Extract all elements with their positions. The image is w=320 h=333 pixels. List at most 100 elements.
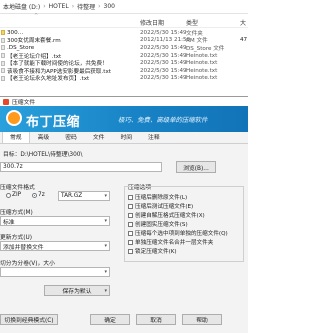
file-date: 2022/5/30 15:49 (140, 29, 187, 36)
file-date: 2022/5/30 15:49 (140, 52, 187, 59)
app-icon (3, 98, 9, 105)
file-list-header: ^ 修改日期 类型 大 (0, 13, 248, 28)
option-label: 压缩每个选中项到单独的压缩文件(Q) (135, 231, 228, 237)
file-date: 2022/5/30 15:49 (140, 44, 187, 51)
compress-dialog: 压缩文件 布丁压缩 极巧、免费、高级单的压缩软件 常规 高级 密码 文件 时间 … (0, 96, 248, 333)
cancel-button[interactable]: 取消 (136, 314, 176, 325)
file-type: Heinote.txt (186, 52, 218, 59)
format-zip[interactable]: ZIP (6, 192, 21, 198)
option-merge-folder[interactable]: 单独压缩文件名合并一层文件夹 (128, 238, 213, 246)
sort-arrow-icon: ^ (34, 13, 39, 19)
file-date: 2022/5/30 15:49 (140, 75, 187, 82)
checkbox-icon (128, 239, 133, 245)
text-file-icon (1, 60, 5, 66)
format-7z-label: 7z (38, 192, 45, 198)
file-icon (1, 45, 5, 51)
chevron-right-icon: › (98, 3, 101, 10)
column-date[interactable]: 修改日期 (140, 18, 164, 27)
format-select[interactable]: TAR.GZ ▾ (58, 191, 110, 201)
method-value: 标准 (3, 219, 15, 226)
checkbox-icon (128, 248, 133, 254)
file-type: Heinote.txt (186, 75, 218, 82)
split-size-select[interactable]: ▾ (0, 267, 110, 277)
save-default-button[interactable]: 保存为默认 ▾ (44, 285, 110, 296)
dialog-tabs: 常规 高级 密码 文件 时间 注释 (0, 129, 248, 144)
general-panel: 目标：D:\HOTEL\待整理\300\ 300.7z 浏览(B)... 压缩文… (0, 144, 248, 333)
ok-button[interactable]: 确定 (90, 314, 130, 325)
option-test-after[interactable]: 压缩后测试压缩文件(E) (128, 202, 193, 210)
option-delete-after[interactable]: 压缩后删除原文件(L) (128, 193, 187, 201)
split-label: 切分为分卷(V)，大小 (0, 261, 55, 267)
path-folder[interactable]: 待整理 (77, 2, 95, 11)
file-icon (1, 37, 5, 43)
option-lock-archive[interactable]: 锁定压缩文件(K) (128, 247, 177, 255)
chevron-down-icon: ▾ (104, 243, 107, 249)
checkbox-icon (128, 212, 133, 218)
format-7z[interactable]: 7z (32, 192, 45, 198)
file-type: Heinote.txt (186, 67, 218, 74)
radio-selected-icon (32, 192, 37, 198)
update-value: 添加并替换文件 (3, 244, 44, 251)
path-current[interactable]: 300 (104, 3, 115, 10)
file-name: 【老王论坛永久地址发布页】.txt (7, 76, 90, 83)
folder-icon (1, 30, 5, 36)
format-zip-label: ZIP (12, 192, 22, 198)
file-name: .DS_Store (7, 44, 35, 51)
option-solid[interactable]: 创建固实压缩文件(S) (128, 220, 188, 228)
format-select-value: TAR.GZ (61, 193, 83, 199)
option-label: 锁定压缩文件(K) (135, 249, 177, 255)
column-size[interactable]: 大 (240, 18, 246, 27)
format-label: 压缩文件格式 (0, 185, 35, 191)
chevron-right-icon: › (43, 3, 46, 10)
chevron-down-icon: ▾ (104, 218, 107, 224)
text-file-icon (1, 68, 5, 74)
update-select[interactable]: 添加并替换文件 ▾ (0, 241, 110, 251)
column-type[interactable]: 类型 (186, 18, 198, 27)
file-date: 2022/5/30 15:49 (140, 67, 187, 74)
filename-input[interactable]: 300.7z (0, 162, 162, 172)
path-hotel[interactable]: HOTEL (49, 3, 69, 10)
file-type: DS_Store 文件 (186, 45, 225, 52)
brand-banner: 布丁压缩 极巧、免费、高级单的压缩软件 (0, 106, 248, 132)
file-date: 2022/5/30 15:49 (140, 60, 187, 67)
option-sfx[interactable]: 创建自解压格式压缩文件(X) (128, 211, 205, 219)
chevron-right-icon: › (71, 3, 75, 10)
option-label: 创建自解压格式压缩文件(X) (135, 213, 205, 219)
option-separate-archives[interactable]: 压缩每个选中项到单独的压缩文件(Q) (128, 229, 228, 237)
file-name: 300… (7, 29, 24, 36)
chevron-down-icon: ▾ (104, 287, 107, 294)
brand-name: 布丁压缩 (26, 115, 81, 130)
method-label: 压缩方式(M) (0, 210, 33, 216)
chevron-down-icon: ▾ (104, 193, 107, 199)
file-date: 2012/11/13 21:50 (140, 37, 191, 44)
help-button[interactable]: 帮助 (182, 314, 222, 325)
pudding-logo-icon (6, 110, 22, 126)
file-row[interactable]: 【老王论坛永久地址发布页】.txt 2022/5/30 15:49 Heinot… (0, 75, 248, 83)
file-list: 300… 2022/5/30 15:49 文件夹 300女优周末套餐.rm 20… (0, 29, 248, 82)
save-default-label: 保存为默认 (62, 289, 92, 295)
file-size: 47 (240, 37, 248, 44)
option-label: 创建固实压缩文件(S) (135, 222, 188, 228)
method-select[interactable]: 标准 ▾ (0, 216, 110, 226)
option-label: 压缩后删除原文件(L) (135, 195, 188, 201)
option-label: 压缩后测试压缩文件(E) (135, 204, 194, 210)
radio-icon (6, 192, 11, 198)
checkbox-icon (128, 194, 133, 200)
path-drive[interactable]: 本地磁盘 (D:) (3, 2, 40, 11)
format-radio-group: ZIP 7z TAR.GZ ▾ (0, 191, 110, 202)
checkbox-icon (128, 230, 133, 236)
file-name: 300女优周末套餐.rm (7, 38, 61, 45)
chevron-down-icon: ▾ (104, 269, 107, 275)
checkbox-icon (128, 203, 133, 209)
classic-mode-button[interactable]: 切换到经典模式(C) (0, 314, 58, 325)
update-label: 更新方式(U) (0, 235, 32, 241)
checkbox-icon (128, 221, 133, 227)
text-file-icon (1, 75, 5, 81)
dialog-title: 压缩文件 (12, 100, 36, 106)
brand-slogan: 极巧、免费、高级单的压缩软件 (118, 116, 208, 124)
target-path-label: 目标：D:\HOTEL\待整理\300\ (3, 152, 83, 158)
address-bar[interactable]: 本地磁盘 (D:) › HOTEL › 待整理 › 300 (0, 0, 248, 14)
browse-button[interactable]: 浏览(B)... (176, 161, 216, 173)
text-file-icon (1, 53, 5, 59)
dialog-titlebar[interactable]: 压缩文件 (0, 97, 248, 106)
